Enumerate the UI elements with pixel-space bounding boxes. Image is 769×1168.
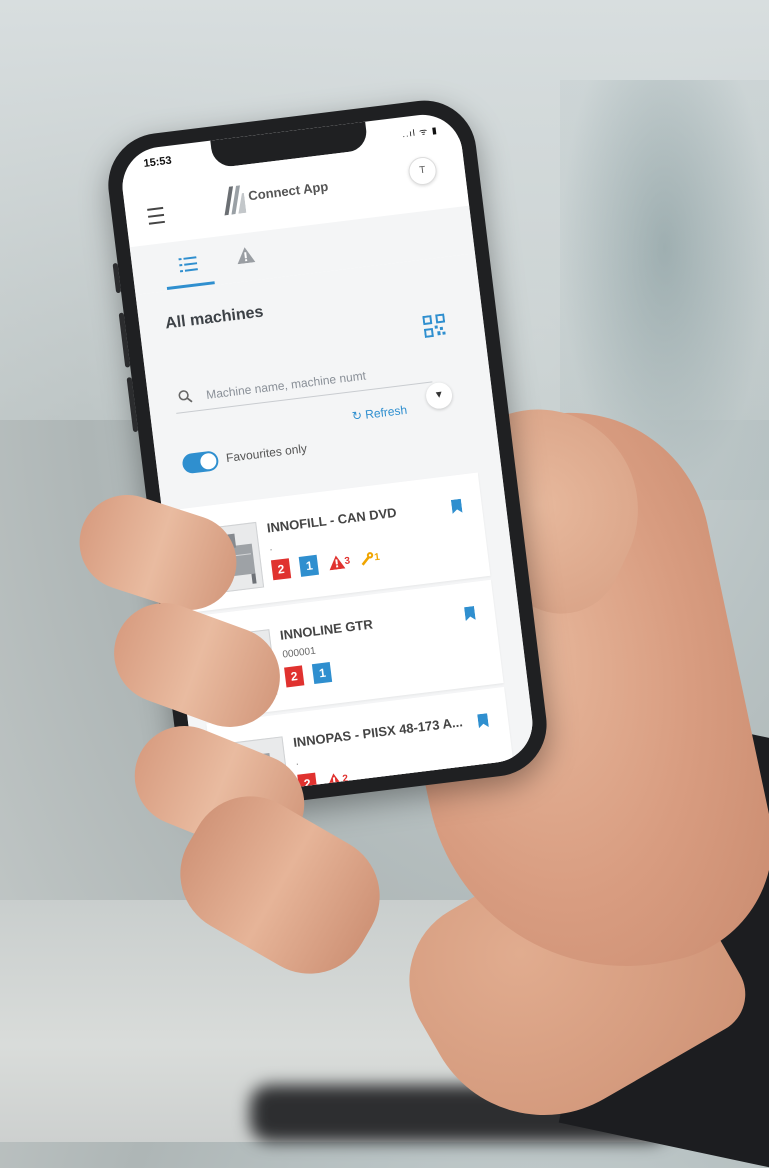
machine-name: INNOFILL - CAN DVD	[266, 504, 398, 536]
info-count-badge: 1	[312, 661, 333, 684]
error-count-badge: 2	[284, 665, 305, 688]
toggle-knob	[199, 452, 218, 471]
filter-button[interactable]: ▼	[424, 381, 454, 411]
machine-name: INNOLINE GTR	[279, 616, 374, 643]
qr-code-scanner-icon[interactable]	[422, 313, 447, 338]
bookmark-icon[interactable]	[477, 713, 489, 729]
list-icon	[178, 256, 198, 273]
info-count-badge: 1	[299, 554, 320, 577]
page-title: All machines	[164, 303, 265, 333]
search-input[interactable]	[202, 356, 429, 408]
alarm-count-value: 3	[343, 555, 351, 568]
status-time: 15:53	[142, 154, 173, 170]
alarm-count: 3	[328, 554, 351, 571]
bookmark-icon[interactable]	[450, 498, 463, 514]
favourites-toggle[interactable]	[181, 450, 220, 475]
tab-machine-list[interactable]	[162, 243, 215, 291]
tab-alerts[interactable]	[220, 236, 272, 280]
refresh-label: Refresh	[364, 402, 408, 422]
warning-icon	[237, 247, 256, 265]
machine-number: .	[268, 542, 273, 554]
machine-number: .	[295, 756, 300, 768]
status-icons: ..ıl ᯤ ▮	[401, 124, 439, 140]
alarm-icon	[329, 555, 346, 571]
maintenance-count: 1	[360, 550, 381, 566]
machine-number: 000001	[281, 645, 317, 661]
user-avatar[interactable]: T	[406, 155, 439, 187]
maintenance-count-value: 1	[373, 551, 381, 564]
error-count-badge: 2	[270, 558, 292, 581]
bookmark-icon[interactable]	[464, 606, 476, 622]
filter-icon: ▼	[433, 389, 445, 402]
search-icon	[178, 390, 193, 403]
refresh-button[interactable]: ↻ Refresh	[351, 403, 408, 424]
app-title: Connect App	[247, 178, 330, 204]
favourites-label: Favourites only	[225, 441, 308, 466]
status-badges: 2 1	[284, 661, 339, 689]
hamburger-menu-icon[interactable]	[147, 206, 165, 225]
refresh-icon: ↻	[351, 408, 363, 424]
connect-app-logo-icon	[224, 185, 247, 216]
machine-name: INNOPAS - PIISX 48-173 A...	[292, 714, 464, 750]
status-badges: 2 1 3 1	[270, 547, 381, 582]
